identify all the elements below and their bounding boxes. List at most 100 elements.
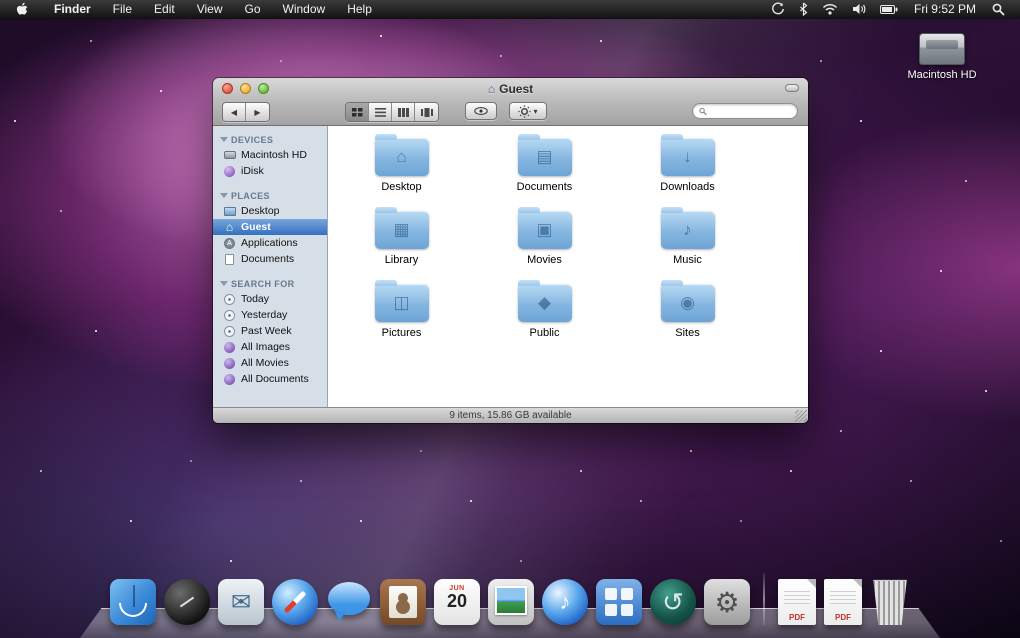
folder-sites[interactable]: ◉ Sites bbox=[616, 276, 759, 349]
window-body: DEVICES Macintosh HD iDisk PLACES D bbox=[213, 126, 808, 407]
dock: JUN 20 PDF PDF bbox=[0, 558, 1020, 638]
sites-glyph-icon: ◉ bbox=[661, 284, 715, 322]
sidebar-item-label: Past Week bbox=[241, 325, 292, 337]
folder-label: Pictures bbox=[382, 327, 422, 339]
dock-safari-icon[interactable] bbox=[272, 579, 318, 625]
column-view-button[interactable] bbox=[392, 103, 415, 121]
dock-items: JUN 20 PDF PDF bbox=[110, 573, 910, 638]
folder-library[interactable]: ▦ Library bbox=[330, 203, 473, 276]
sidebar-item-documents[interactable]: Documents bbox=[213, 251, 327, 267]
menu-window[interactable]: Window bbox=[272, 0, 337, 18]
folder-movies[interactable]: ▣ Movies bbox=[473, 203, 616, 276]
dock-spaces-icon[interactable] bbox=[596, 579, 642, 625]
sidebar-item-label: Yesterday bbox=[241, 309, 287, 321]
icon-view-icon bbox=[352, 108, 363, 117]
dock-ical-icon[interactable]: JUN 20 bbox=[434, 579, 480, 625]
disclosure-triangle-icon[interactable] bbox=[220, 281, 228, 286]
downloads-glyph-icon: ↓ bbox=[661, 138, 715, 176]
ical-day-label: 20 bbox=[447, 592, 467, 610]
finder-window: Guest bbox=[213, 78, 808, 423]
macintosh-hd-desktop-icon[interactable]: Macintosh HD bbox=[882, 33, 1002, 81]
bluetooth-icon[interactable] bbox=[792, 0, 815, 18]
apple-menu[interactable] bbox=[0, 0, 43, 18]
sidebar-item-guest[interactable]: Guest bbox=[213, 219, 327, 235]
dock-mail-icon[interactable] bbox=[218, 579, 264, 625]
sidebar-item-idisk[interactable]: iDisk bbox=[213, 163, 327, 179]
wifi-icon[interactable] bbox=[815, 0, 845, 18]
disclosure-triangle-icon[interactable] bbox=[220, 193, 228, 198]
library-glyph-icon: ▦ bbox=[375, 211, 429, 249]
sidebar-item-label: All Images bbox=[241, 341, 290, 353]
volume-icon[interactable] bbox=[845, 0, 873, 18]
movies-glyph-icon: ▣ bbox=[518, 211, 572, 249]
document-icon bbox=[223, 253, 236, 266]
icon-view-button[interactable] bbox=[346, 103, 369, 121]
sidebar-section-devices[interactable]: DEVICES bbox=[213, 132, 327, 147]
dock-pdf-document-2-icon[interactable]: PDF bbox=[824, 579, 862, 625]
dock-preview-icon[interactable] bbox=[488, 579, 534, 625]
clock-icon bbox=[223, 309, 236, 322]
folder-downloads[interactable]: ↓ Downloads bbox=[616, 130, 759, 203]
window-title: Guest bbox=[213, 81, 808, 97]
menu-edit[interactable]: Edit bbox=[143, 0, 186, 18]
sidebar-item-yesterday[interactable]: Yesterday bbox=[213, 307, 327, 323]
public-glyph-icon: ◆ bbox=[518, 284, 572, 322]
hard-drive-icon bbox=[223, 149, 236, 162]
dock-trash-icon[interactable] bbox=[870, 578, 910, 625]
home-icon bbox=[223, 221, 236, 234]
sidebar-item-all-documents[interactable]: All Documents bbox=[213, 371, 327, 387]
quick-look-button[interactable] bbox=[465, 102, 497, 120]
sidebar-item-desktop[interactable]: Desktop bbox=[213, 203, 327, 219]
desktop: Finder File Edit View Go Window Help bbox=[0, 0, 1020, 638]
dock-itunes-icon[interactable] bbox=[542, 579, 588, 625]
time-machine-icon[interactable] bbox=[764, 0, 792, 18]
forward-button[interactable] bbox=[246, 103, 269, 121]
navigation-control bbox=[222, 102, 270, 122]
dock-system-preferences-icon[interactable] bbox=[704, 579, 750, 625]
search-input[interactable] bbox=[710, 106, 791, 117]
resize-grip[interactable] bbox=[795, 410, 807, 422]
dock-address-book-icon[interactable] bbox=[380, 579, 426, 625]
menu-finder[interactable]: Finder bbox=[43, 0, 102, 18]
folder-label: Sites bbox=[675, 327, 699, 339]
list-view-icon bbox=[375, 108, 386, 117]
folder-desktop[interactable]: ⌂ Desktop bbox=[330, 130, 473, 203]
list-view-button[interactable] bbox=[369, 103, 392, 121]
sidebar-item-past-week[interactable]: Past Week bbox=[213, 323, 327, 339]
sidebar-item-applications[interactable]: Applications bbox=[213, 235, 327, 251]
sidebar-item-macintosh-hd[interactable]: Macintosh HD bbox=[213, 147, 327, 163]
dock-ichat-icon[interactable] bbox=[326, 579, 372, 625]
sidebar-item-all-movies[interactable]: All Movies bbox=[213, 355, 327, 371]
folder-music[interactable]: ♪ Music bbox=[616, 203, 759, 276]
pdf-label: PDF bbox=[824, 613, 862, 622]
spotlight-icon[interactable] bbox=[985, 0, 1012, 18]
section-title: PLACES bbox=[231, 191, 270, 201]
menu-bar-clock[interactable]: Fri 9:52 PM bbox=[905, 2, 985, 16]
menu-file[interactable]: File bbox=[102, 0, 143, 18]
sidebar-section-search-for[interactable]: SEARCH FOR bbox=[213, 276, 327, 291]
sidebar-item-all-images[interactable]: All Images bbox=[213, 339, 327, 355]
dock-pdf-document-icon[interactable]: PDF bbox=[778, 579, 816, 625]
toolbar-toggle-button[interactable] bbox=[785, 84, 799, 92]
search-field[interactable] bbox=[692, 103, 798, 119]
dock-finder-icon[interactable] bbox=[110, 579, 156, 625]
back-button[interactable] bbox=[223, 103, 246, 121]
menu-help[interactable]: Help bbox=[336, 0, 383, 18]
folder-icon: ◆ bbox=[518, 284, 572, 322]
menu-view[interactable]: View bbox=[186, 0, 234, 18]
action-menu-button[interactable]: ▾ bbox=[509, 102, 547, 120]
dock-time-machine-icon[interactable] bbox=[650, 579, 696, 625]
folder-public[interactable]: ◆ Public bbox=[473, 276, 616, 349]
cover-flow-view-button[interactable] bbox=[415, 103, 438, 121]
menu-go[interactable]: Go bbox=[234, 0, 272, 18]
dock-dashboard-icon[interactable] bbox=[164, 579, 210, 625]
folder-documents[interactable]: ▤ Documents bbox=[473, 130, 616, 203]
disclosure-triangle-icon[interactable] bbox=[220, 137, 228, 142]
battery-icon[interactable] bbox=[873, 0, 905, 18]
folder-icon: ◫ bbox=[375, 284, 429, 322]
folder-pictures[interactable]: ◫ Pictures bbox=[330, 276, 473, 349]
sidebar-section-places[interactable]: PLACES bbox=[213, 188, 327, 203]
apple-logo-icon bbox=[16, 2, 29, 17]
sidebar-item-today[interactable]: Today bbox=[213, 291, 327, 307]
window-titlebar[interactable]: Guest bbox=[213, 78, 808, 126]
